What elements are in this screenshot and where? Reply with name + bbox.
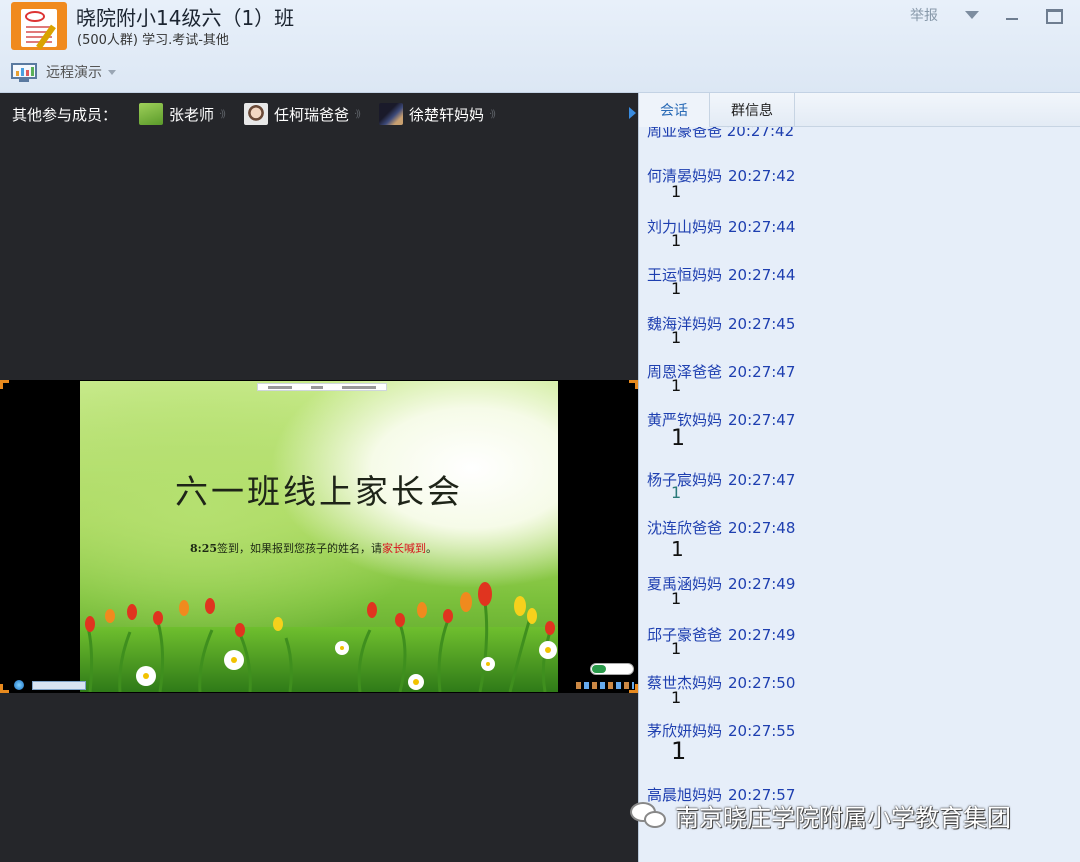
scroll-right-icon[interactable] [629,107,636,119]
stamp-icon [25,11,45,22]
report-link[interactable]: 举报 [910,5,938,25]
message-body: 1 [671,688,682,707]
member-name: 任柯瑞爸爸 [274,105,350,124]
tab-conversation[interactable]: 会话 [639,93,710,127]
group-avatar[interactable] [11,2,67,50]
watermark-text: 南京晓庄学院附属小学教育集团 [675,804,1011,832]
message-header: 周恩泽爸爸 20:27:47 [647,361,795,382]
member-item[interactable]: 张老师 ·)) [139,103,226,125]
sender-name[interactable]: 魏海洋妈妈 [647,315,722,333]
message-header: 杨子宸妈妈 20:27:47 [647,469,795,490]
message-header: 夏禹涵妈妈 20:27:49 [647,573,795,594]
screen-share-icon [9,61,39,83]
sender-name[interactable]: 夏禹涵妈妈 [647,575,722,593]
speaker-icon: ·)) [354,108,361,120]
chevron-down-icon[interactable] [108,69,116,75]
speaker-icon: ·)) [219,108,226,120]
remote-present-label: 远程演示 [46,65,102,81]
message-body: 1 [671,328,682,347]
message-body: 1 [671,376,682,395]
slide-note-highlight: 家长喊到 [382,542,427,555]
wechat-icon [627,799,671,833]
flowers-illustration [80,582,558,692]
start-icon [14,680,24,690]
member-name: 张老师 [169,105,215,124]
members-bar: 其他参与成员： 张老师 ·)) 任柯瑞爸爸 ·)) 徐楚轩妈妈 ·)) [0,93,638,135]
message-time: 20:27:42 [728,167,796,185]
message-body: 1 [671,537,684,561]
remote-tray [576,663,634,689]
message-header-cut: 周亚豪爸爸 20:27:42 [647,127,795,140]
message-body: 1 [671,639,682,658]
avatar [139,103,164,125]
remote-taskbar [14,680,124,690]
message-header: 茅欣妍妈妈 20:27:55 [647,720,795,741]
watermark: 南京晓庄学院附属小学教育集团 [627,798,1011,833]
slide-note-time: 8:25 [190,542,218,555]
message-time: 20:27:47 [728,363,796,381]
message-body: 1 [671,182,682,201]
message-time: 20:27:47 [728,411,796,429]
message-time: 20:27:44 [728,266,796,284]
avatar [244,103,269,125]
message-body: 1 [671,589,682,608]
sender-name[interactable]: 蔡世杰妈妈 [647,674,722,692]
slide-toolbar [257,383,387,391]
chat-tabs: 会话 群信息 [639,93,1080,127]
message-header: 蔡世杰妈妈 20:27:50 [647,672,795,693]
message-time: 20:27:55 [728,722,796,740]
member-item[interactable]: 任柯瑞爸爸 ·)) [244,103,361,125]
sender-name[interactable]: 杨子宸妈妈 [647,471,722,489]
slide-title: 六一班线上家长会 [175,472,463,511]
member-item[interactable]: 徐楚轩妈妈 ·)) [379,103,496,125]
message-header: 何清晏妈妈 20:27:42 [647,165,795,186]
title-bar: 晓院附小14级六（1）班 (500人群) 学习.考试-其他 举报 远程演示 [0,0,1080,93]
message-time: 20:27:50 [728,674,796,692]
message-body: 1 [671,231,682,250]
message-body: 1 [671,279,682,298]
message-body: 1 [671,426,685,451]
sender-name[interactable]: 何清晏妈妈 [647,167,722,185]
message-time: 20:27:47 [728,471,796,489]
message-time: 20:27:48 [728,519,796,537]
message-header: 沈连欣爸爸 20:27:48 [647,517,795,538]
group-title: 晓院附小14级六（1）班 [76,6,295,30]
speaker-icon: ·)) [489,108,496,120]
chat-panel: 会话 群信息 周亚豪爸爸 20:27:42 何清晏妈妈 20:27:42 1 刘力山妈… [638,93,1080,862]
shared-screen[interactable]: 六一班线上家长会 8:25签到，如果报到您孩子的姓名，请家长喊到。 [0,380,638,693]
message-header: 刘力山妈妈 20:27:44 [647,216,795,237]
remote-present-button[interactable]: 远程演示 [9,60,116,84]
taskbar-item [32,680,86,690]
maximize-icon[interactable] [1042,6,1064,24]
sender-name[interactable]: 邱子豪爸爸 [647,626,722,644]
message-body: 1 [671,483,682,502]
message-time: 20:27:45 [728,315,796,333]
sender-name[interactable]: 沈连欣爸爸 [647,519,722,537]
message-body: 1 [671,737,687,765]
member-name: 徐楚轩妈妈 [409,105,485,124]
message-header: 黄严钦妈妈 20:27:47 [647,409,795,430]
minimize-icon[interactable] [1001,6,1023,24]
avatar [379,103,404,125]
members-label: 其他参与成员： [12,105,118,124]
slide-note: 8:25签到，如果报到您孩子的姓名，请家长喊到。 [190,540,437,556]
sender-name[interactable]: 周恩泽爸爸 [647,363,722,381]
message-time: 20:27:44 [728,218,796,236]
group-subtitle: (500人群) 学习.考试-其他 [77,33,229,48]
slide-note-end: 。 [426,542,438,555]
message-header: 邱子豪爸爸 20:27:49 [647,624,795,645]
tab-group-info[interactable]: 群信息 [710,93,795,127]
sender-name[interactable]: 王运恒妈妈 [647,266,722,284]
sender-name[interactable]: 刘力山妈妈 [647,218,722,236]
message-header: 王运恒妈妈 20:27:44 [647,264,795,285]
presentation-slide: 六一班线上家长会 8:25签到，如果报到您孩子的姓名，请家长喊到。 [80,381,558,692]
presentation-area: 其他参与成员： 张老师 ·)) 任柯瑞爸爸 ·)) 徐楚轩妈妈 ·)) 六一班线… [0,93,638,862]
slide-note-text: 签到，如果报到您孩子的姓名，请 [217,542,383,555]
message-header: 魏海洋妈妈 20:27:45 [647,313,795,334]
message-time: 20:27:49 [728,626,796,644]
message-time: 20:27:49 [728,575,796,593]
dropdown-icon[interactable] [961,6,983,24]
message-list[interactable]: 周亚豪爸爸 20:27:42 何清晏妈妈 20:27:42 1 刘力山妈妈 20:27:… [639,127,1080,862]
